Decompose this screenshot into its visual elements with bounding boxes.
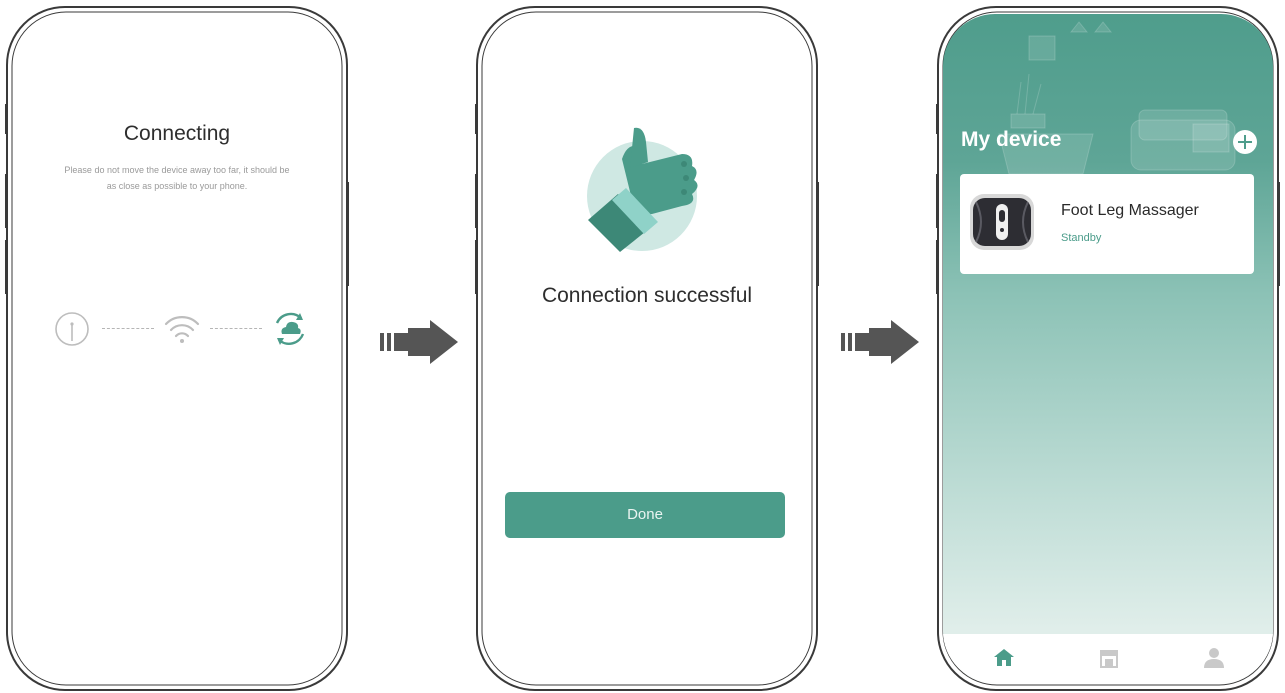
device-power-icon [55, 312, 89, 346]
success-title: Connection successful [541, 284, 753, 307]
living-room-background [998, 21, 1236, 175]
home-screen: My device Foot Leg Massager Standby [943, 14, 1273, 683]
page-title: My device [961, 128, 1062, 151]
next-step-arrow [380, 320, 458, 364]
phone-home: My device Foot Leg Massager Standby [935, 6, 1281, 691]
device-status: Standby [1061, 232, 1102, 244]
thumbs-up-icon [587, 127, 698, 252]
connector-line [210, 328, 262, 329]
plus-icon[interactable] [1233, 130, 1257, 154]
done-button[interactable]: Done [505, 492, 785, 538]
bottom-tab-bar [943, 634, 1273, 683]
next-step-arrow [841, 320, 919, 364]
phone-success: Connection successful Done [474, 6, 820, 691]
home-icon[interactable] [992, 646, 1016, 670]
success-screen: Connection successful Done [482, 14, 812, 683]
cloud-sync-icon [275, 312, 305, 345]
connecting-title: Connecting [123, 122, 231, 145]
device-name: Foot Leg Massager [1061, 202, 1199, 219]
foot-massager-image [970, 194, 1034, 250]
wifi-icon [164, 316, 200, 343]
connection-progress [12, 309, 342, 349]
store-icon[interactable] [1097, 646, 1121, 670]
profile-icon[interactable] [1202, 646, 1226, 670]
device-card[interactable]: Foot Leg Massager Standby [960, 174, 1254, 274]
connecting-screen: Connecting Please do not move the device… [12, 14, 342, 683]
phone-connecting: Connecting Please do not move the device… [4, 6, 350, 691]
connecting-description: Please do not move the device away too f… [64, 165, 290, 191]
connector-line [102, 328, 154, 329]
